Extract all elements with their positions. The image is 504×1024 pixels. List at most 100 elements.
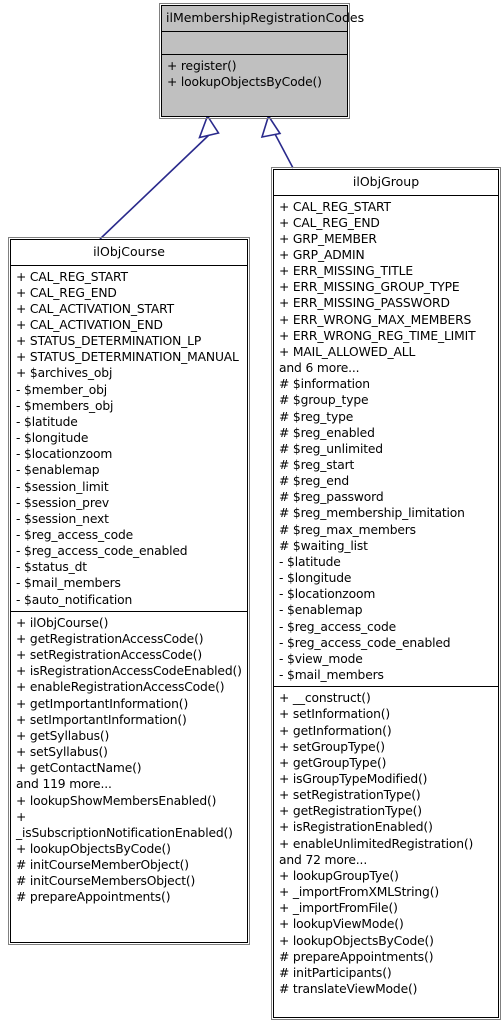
class-member: + setSyllabus()	[16, 745, 108, 760]
class-box-ilObjGroup[interactable]: ilObjGroup + CAL_REG_START + CAL_REG_END +…	[271, 167, 501, 1020]
methods-compartment-ilMembershipRegistrationCodes: + register() + lookupObjectsByCode()	[162, 55, 347, 93]
class-member: + CAL_REG_END	[279, 215, 380, 230]
class-member: - $session_limit	[16, 479, 109, 494]
class-member: + ERR_WRONG_MAX_MEMBERS	[279, 312, 472, 327]
attributes-compartment-ilObjCourse: + CAL_REG_START + CAL_REG_END + CAL_ACTIVA…	[11, 266, 247, 612]
class-member: + getRegistrationType()	[279, 804, 422, 819]
class-member: + setGroupType()	[279, 739, 385, 754]
class-member: # $reg_start	[279, 458, 355, 472]
class-member: # $reg_password	[279, 490, 384, 505]
uml-class-diagram: ilMembershipRegistrationCodes + register…	[0, 0, 504, 1024]
class-member: - $locationzoom	[16, 447, 113, 462]
class-member: and 72 more...	[279, 852, 368, 867]
class-box-ilObjCourse[interactable]: ilObjCourse + CAL_REG_START + CAL_REG_END…	[8, 237, 250, 945]
class-member: + register()	[167, 58, 237, 73]
class-member: + setRegistrationType()	[279, 788, 421, 803]
class-member: - $mail_members	[279, 668, 384, 683]
class-member: - $mail_members	[16, 576, 121, 591]
class-member: + lookupObjectsByCode()	[279, 933, 434, 948]
class-member: + _importFromXMLString()	[279, 885, 440, 900]
class-box-ilMembershipRegistrationCodes[interactable]: ilMembershipRegistrationCodes + register…	[159, 3, 364, 119]
class-member: + lookupObjectsByCode()	[167, 74, 322, 89]
class-member: + CAL_REG_END	[16, 285, 117, 300]
class-member: # $group_type	[279, 393, 369, 408]
class-member: - $reg_access_code_enabled	[279, 635, 451, 650]
class-member: + lookupObjectsByCode()	[16, 841, 171, 856]
class-member: # prepareAppointments()	[279, 949, 434, 964]
class-member: + __construct()	[279, 691, 371, 706]
generalization-ilObjCourse	[99, 114, 220, 240]
class-member: # initCourseMemberObject()	[16, 858, 189, 873]
class-member: + GRP_ADMIN	[279, 247, 365, 262]
class-member: + isGroupTypeModified()	[279, 771, 428, 786]
class-member: + isRegistrationAccessCodeEnabled()	[16, 664, 242, 679]
class-member: # $reg_end	[279, 474, 350, 489]
class-member: + enableUnlimitedRegistration()	[279, 836, 474, 851]
class-member: + ERR_MISSING_TITLE	[279, 264, 413, 279]
class-member: - $auto_notification	[16, 592, 133, 607]
attributes-compartment-ilObjGroup: + CAL_REG_START + CAL_REG_END + GRP_MEMBER…	[274, 196, 498, 688]
class-member: + setRegistrationAccessCode()	[16, 648, 202, 663]
class-member: - $enablemap	[16, 463, 100, 478]
class-member: # prepareAppointments()	[16, 890, 171, 905]
class-member: + lookupViewMode()	[279, 917, 404, 932]
class-member: + enableRegistrationAccessCode()	[16, 680, 225, 695]
methods-compartment-ilObjCourse: + ilObjCourse() + getRegistrationAccessCo…	[11, 612, 247, 909]
class-member: # $information	[279, 377, 370, 392]
class-member: - $members_obj	[16, 398, 114, 413]
class-member: # $reg_enabled	[279, 425, 375, 440]
class-member: + MAIL_ALLOWED_ALL	[279, 344, 416, 359]
class-member: + getGroupType()	[279, 755, 387, 770]
class-member: + lookupGroupTye()	[279, 868, 399, 883]
class-member: # initCourseMembersObject()	[16, 874, 196, 889]
class-member: + _isSubscriptionNotificationEnabled()	[16, 809, 233, 840]
class-member: + setImportantInformation()	[16, 712, 187, 727]
class-member: - $view_mode	[279, 651, 363, 666]
methods-compartment-ilObjGroup: + __construct() + setInformation() + getIn…	[274, 687, 498, 1000]
class-member: - $session_next	[16, 511, 109, 526]
class-member: - $longitude	[16, 431, 89, 446]
class-member: - $status_dt	[16, 560, 87, 575]
class-member: + lookupShowMembersEnabled()	[16, 793, 217, 808]
class-member: + CAL_ACTIVATION_END	[16, 317, 163, 332]
class-name-ilMembershipRegistrationCodes: ilMembershipRegistrationCodes	[162, 6, 364, 32]
generalization-ilObjGroup	[260, 114, 294, 169]
class-member: + getInformation()	[279, 723, 392, 738]
class-member: # $reg_type	[279, 409, 354, 424]
class-name-ilObjCourse: ilObjCourse	[11, 240, 247, 266]
class-member: + isRegistrationEnabled()	[279, 820, 433, 835]
class-member: + getContactName()	[16, 761, 142, 776]
class-member: - $enablemap	[279, 603, 363, 618]
class-member: # $reg_max_members	[279, 522, 416, 537]
class-member: + ERR_MISSING_PASSWORD	[279, 296, 450, 311]
class-member: - $latitude	[279, 554, 341, 569]
class-member: - $reg_access_code	[279, 619, 397, 634]
class-member: - $reg_access_code	[16, 528, 134, 542]
class-member: + $archives_obj	[16, 366, 113, 381]
class-member: # $reg_membership_limitation	[279, 506, 465, 521]
class-member: # translateViewMode()	[279, 982, 418, 996]
class-name-ilObjGroup: ilObjGroup	[274, 170, 498, 196]
class-member: - $latitude	[16, 414, 78, 429]
class-member: # initParticipants()	[279, 965, 392, 980]
class-member: + getImportantInformation()	[16, 696, 189, 711]
class-member: and 6 more...	[279, 361, 360, 376]
class-member: + STATUS_DETERMINATION_MANUAL	[16, 350, 239, 365]
class-member: and 119 more...	[16, 777, 112, 792]
class-member: + CAL_ACTIVATION_START	[16, 301, 175, 316]
class-member: - $longitude	[279, 571, 352, 586]
class-member: + CAL_REG_START	[16, 269, 128, 284]
class-member: - $locationzoom	[279, 587, 376, 602]
class-member: + getRegistrationAccessCode()	[16, 631, 204, 646]
class-member: + STATUS_DETERMINATION_LP	[16, 334, 202, 349]
class-member: # $reg_unlimited	[279, 441, 383, 456]
class-member: + ERR_WRONG_REG_TIME_LIMIT	[279, 328, 476, 343]
class-member: - $reg_access_code_enabled	[16, 544, 188, 559]
class-member: + getSyllabus()	[16, 728, 110, 743]
attributes-compartment-ilMembershipRegistrationCodes	[162, 32, 347, 55]
class-member: # $waiting_list	[279, 538, 368, 553]
class-member: + GRP_MEMBER	[279, 231, 377, 246]
class-member: + ERR_MISSING_GROUP_TYPE	[279, 280, 460, 295]
class-member: + CAL_REG_START	[279, 199, 391, 214]
class-member: - $session_prev	[16, 495, 110, 510]
